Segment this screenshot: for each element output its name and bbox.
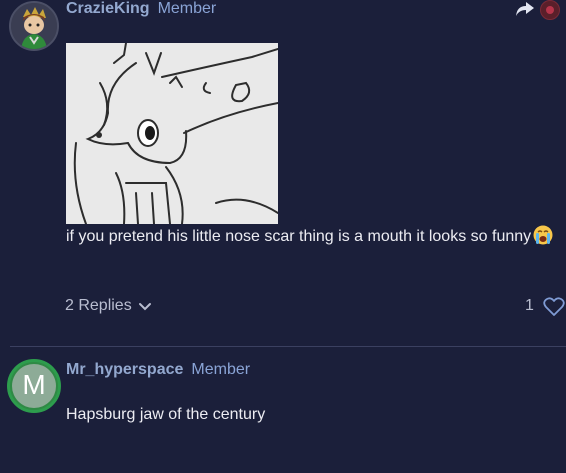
author-line: CrazieKing Member	[66, 0, 216, 18]
like-count: 1	[525, 297, 534, 314]
replies-label: 2 Replies	[65, 297, 132, 314]
reaction-badge-icon[interactable]	[540, 0, 560, 20]
share-icon[interactable]	[515, 0, 535, 18]
post-text: if you pretend his little nose scar thin…	[66, 228, 532, 245]
post-text: Hapsburg jaw of the century	[66, 406, 266, 423]
author-line: Mr_hyperspace Member	[66, 361, 250, 379]
avatar[interactable]: M	[7, 359, 61, 413]
post-body: if you pretend his little nose scar thin…	[66, 225, 553, 246]
crying-face-emoji-icon	[533, 225, 553, 245]
divider	[10, 346, 566, 347]
comment-thread: CrazieKing Member if you pretend his lit…	[0, 0, 566, 473]
post-body: Hapsburg jaw of the century	[66, 406, 265, 424]
username[interactable]: Mr_hyperspace	[66, 361, 183, 378]
avatar-letter: M	[22, 369, 46, 400]
user-role: Member	[157, 0, 217, 17]
character-avatar-icon	[11, 3, 57, 49]
username[interactable]: CrazieKing	[66, 0, 150, 17]
replies-toggle[interactable]: 2 Replies	[65, 297, 152, 315]
sketch-drawing-image[interactable]	[66, 42, 279, 225]
chevron-down-icon	[138, 303, 151, 311]
sketch-drawing-icon	[66, 42, 279, 225]
user-role: Member	[191, 361, 251, 378]
avatar[interactable]	[9, 1, 59, 51]
heart-icon[interactable]	[543, 297, 565, 317]
